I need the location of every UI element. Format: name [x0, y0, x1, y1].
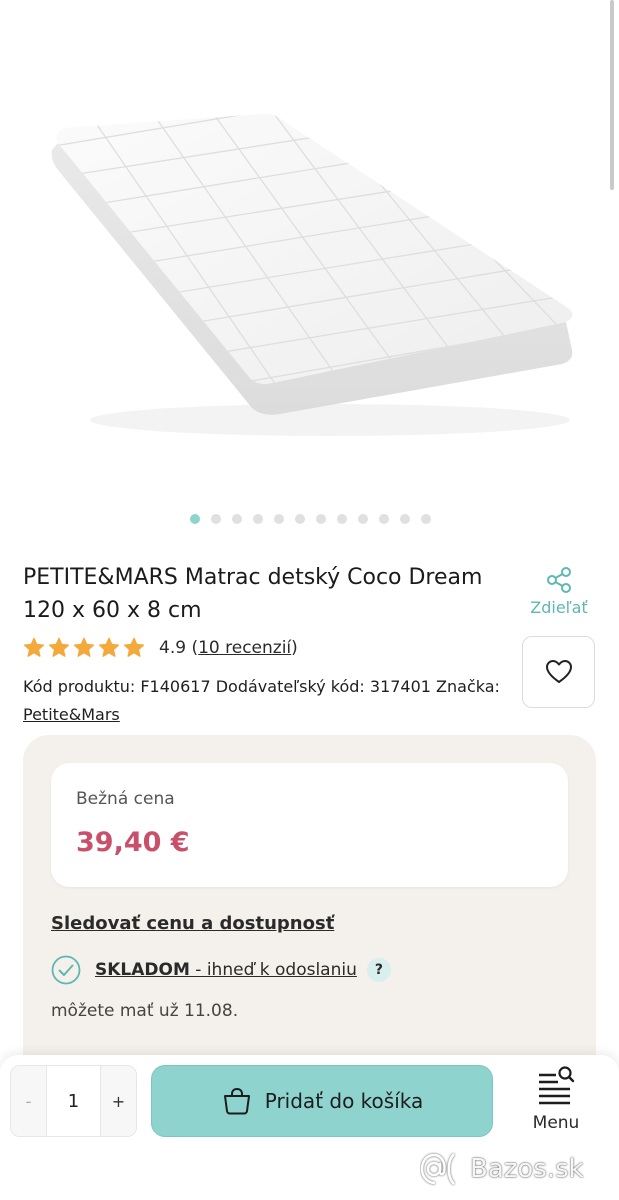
add-to-cart-button[interactable]: Pridať do košíka	[151, 1065, 493, 1137]
stock-status-bold: SKLADOM	[95, 960, 190, 980]
price-value: 39,40 €	[76, 827, 190, 858]
brand-link[interactable]: Petite&Mars	[23, 705, 120, 724]
track-price-link[interactable]: Sledovať cenu a dostupnosť	[51, 913, 334, 934]
stock-status-rest: - ihneď k odoslaniu	[189, 960, 357, 980]
add-to-cart-label: Pridať do košíka	[264, 1089, 424, 1113]
stock-status: SKLADOM - ihneď k odoslaniu ?	[51, 955, 391, 985]
product-image-gallery[interactable]	[0, 0, 619, 500]
gallery-dot[interactable]	[253, 514, 263, 524]
product-codes-text: Kód produktu: F140617 Dodávateľský kód: …	[23, 677, 500, 696]
gallery-dot[interactable]	[379, 514, 389, 524]
check-circle-icon	[51, 955, 81, 985]
menu-button[interactable]: Menu	[522, 1065, 590, 1133]
star-icon	[98, 637, 120, 657]
quantity-decrease-button[interactable]: -	[11, 1066, 46, 1136]
paren-close: )	[291, 637, 298, 658]
heart-icon	[545, 660, 572, 683]
rating: 4.9 (10 recenzií)	[23, 637, 298, 658]
star-icon	[123, 637, 145, 657]
watermark: Bazos.sk	[420, 1150, 584, 1188]
rating-score: 4.9	[159, 637, 187, 658]
quantity-increase-button[interactable]: +	[101, 1066, 136, 1136]
product-image	[51, 113, 573, 436]
menu-label: Menu	[532, 1113, 580, 1133]
gallery-dot[interactable]	[232, 514, 242, 524]
gallery-dot[interactable]	[295, 514, 305, 524]
gallery-dot[interactable]	[211, 514, 221, 524]
quantity-input[interactable]: 1	[46, 1066, 101, 1136]
star-icon	[73, 637, 95, 657]
price-label: Bežná cena	[76, 789, 175, 809]
help-icon[interactable]: ?	[366, 958, 391, 982]
bazos-logo-icon	[420, 1153, 455, 1185]
rating-summary: 4.9 (10 recenzií)	[159, 638, 298, 658]
gallery-dot[interactable]	[274, 514, 284, 524]
price-panel: Bežná cena 39,40 € Sledovať cenu a dostu…	[23, 735, 596, 1075]
gallery-dot[interactable]	[400, 514, 410, 524]
product-codes: Kód produktu: F140617 Dodávateľský kód: …	[23, 673, 518, 729]
menu-search-icon	[539, 1066, 575, 1105]
wishlist-button[interactable]	[522, 636, 595, 708]
stock-link[interactable]: SKLADOM - ihneď k odoslaniu	[95, 960, 357, 980]
gallery-dot[interactable]	[358, 514, 368, 524]
star-icon	[48, 637, 70, 657]
quantity-stepper: - 1 +	[10, 1065, 137, 1137]
price-card: Bežná cena 39,40 €	[51, 763, 568, 887]
star-icon	[23, 637, 45, 657]
gallery-pagination	[0, 514, 619, 524]
gallery-dot[interactable]	[190, 514, 200, 524]
delivery-date: môžete mať už 11.08.	[51, 1001, 239, 1021]
reviews-link[interactable]: 10 recenzií	[198, 638, 291, 658]
share-label: Zdieľať	[530, 598, 588, 617]
watermark-text: Bazos.sk	[470, 1154, 584, 1184]
share-button[interactable]: Zdieľať	[523, 566, 595, 617]
gallery-dot[interactable]	[421, 514, 431, 524]
gallery-dot[interactable]	[337, 514, 347, 524]
shopping-bag-icon	[223, 1087, 250, 1115]
rating-stars	[23, 637, 145, 658]
share-icon	[547, 567, 571, 593]
gallery-dot[interactable]	[316, 514, 326, 524]
product-title: PETITE&MARS Matrac detský Coco Dream 120…	[23, 565, 483, 623]
